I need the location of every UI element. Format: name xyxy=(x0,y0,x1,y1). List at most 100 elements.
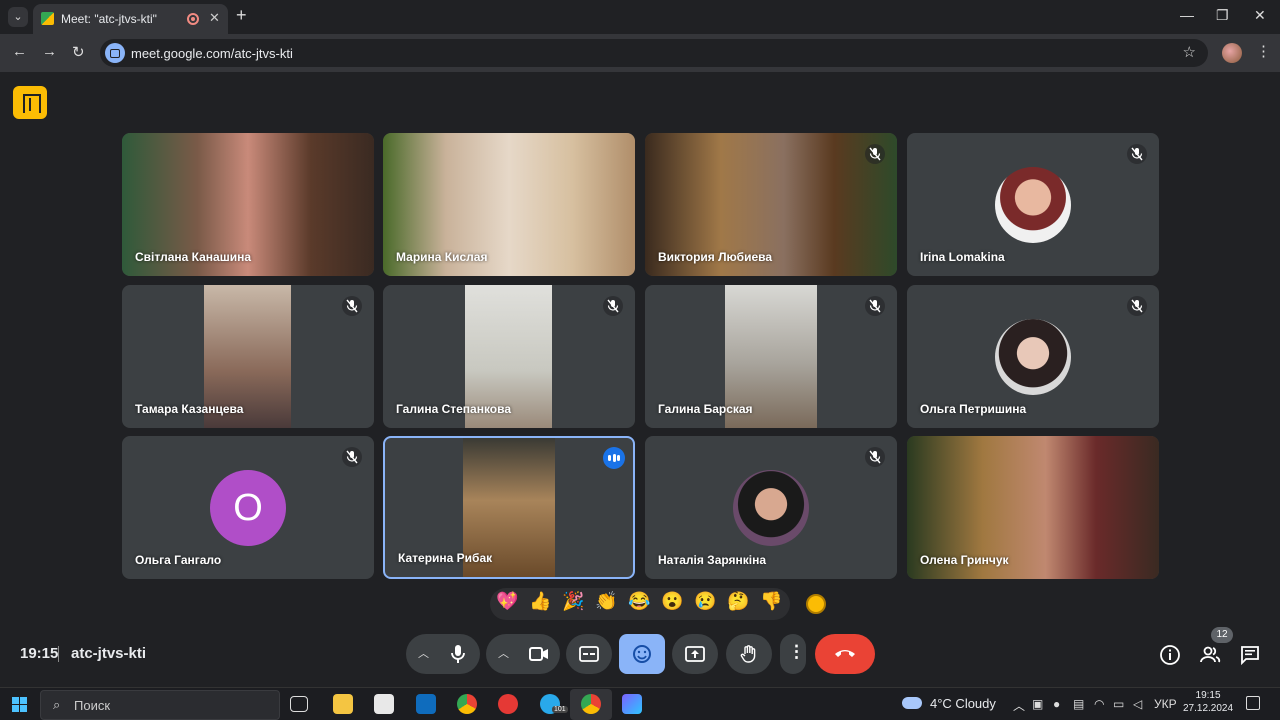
participant-count-badge: 12 xyxy=(1211,627,1233,643)
participant-tile[interactable]: Ольга Петришина xyxy=(907,285,1159,428)
participant-tile[interactable]: Світлана Канашина xyxy=(122,133,374,276)
wifi-icon[interactable]: ◠ xyxy=(1094,697,1104,711)
present-screen-button[interactable] xyxy=(672,634,718,674)
tab-search-chevron-icon[interactable]: ⌄ xyxy=(8,7,28,27)
chrome-active-icon[interactable] xyxy=(581,694,601,714)
mic-off-icon xyxy=(865,447,885,467)
hand-icon xyxy=(740,645,756,663)
tab-close-icon[interactable]: ✕ xyxy=(209,10,220,26)
participant-name: Галина Степанкова xyxy=(396,402,512,416)
meet-favicon-icon xyxy=(41,12,54,25)
telegram-badge: 101 xyxy=(552,706,568,713)
meeting-code: atc-jtvs-kti xyxy=(71,645,147,662)
present-screen-icon xyxy=(685,646,705,662)
forward-arrow-icon[interactable]: → xyxy=(42,43,57,60)
avatar xyxy=(995,318,1071,395)
address-bar: ← → ↻ meet.google.com/atc-jtvs-kti ☆ ⋮ xyxy=(0,34,1280,72)
file-explorer-icon[interactable] xyxy=(333,694,353,714)
chat-icon[interactable] xyxy=(1239,644,1261,666)
participant-name: Олена Гринчук xyxy=(920,553,1009,567)
participant-tile[interactable]: Виктория Любиева xyxy=(645,133,897,276)
tray-mic-icon[interactable]: ● xyxy=(1053,697,1060,711)
url-omnibox[interactable]: meet.google.com/atc-jtvs-kti ☆ xyxy=(100,39,1208,67)
people-icon[interactable] xyxy=(1199,644,1221,666)
tray-printer-icon[interactable]: ▤ xyxy=(1073,697,1084,711)
reaction-emoji[interactable]: 👏 xyxy=(595,591,617,612)
weather-text[interactable]: 4°C Cloudy xyxy=(930,696,996,711)
reaction-emoji[interactable]: 😮 xyxy=(661,591,683,612)
captions-icon xyxy=(579,646,599,662)
participant-name: Катерина Рибак xyxy=(398,551,493,565)
mic-off-icon xyxy=(342,447,362,467)
meeting-info-icon[interactable] xyxy=(1159,644,1181,666)
microsoft-store-icon[interactable] xyxy=(374,694,394,714)
volume-icon[interactable]: ◁ xyxy=(1133,697,1142,711)
close-window-button[interactable]: ✕ xyxy=(1254,7,1266,24)
reactions-button[interactable] xyxy=(619,634,665,674)
participant-name: Галина Барская xyxy=(658,402,753,416)
notifications-icon[interactable] xyxy=(1246,696,1260,710)
browser-menu-icon[interactable]: ⋮ xyxy=(1256,42,1271,60)
participant-tile[interactable]: Катерина Рибак xyxy=(383,436,635,579)
microphone-icon[interactable] xyxy=(450,644,466,664)
participant-name: Ольга Петришина xyxy=(920,402,1027,416)
reaction-emoji[interactable]: 😂 xyxy=(628,591,650,612)
minimize-button[interactable]: — xyxy=(1180,7,1194,23)
camera-icon[interactable] xyxy=(528,644,550,664)
participant-tile[interactable]: Тамара Казанцева xyxy=(122,285,374,428)
participant-tile[interactable]: Наталія Зарянкіна xyxy=(645,436,897,579)
participant-tile[interactable]: Галина Степанкова xyxy=(383,285,635,428)
participant-tile[interactable]: Галина Барская xyxy=(645,285,897,428)
back-arrow-icon[interactable]: ← xyxy=(12,43,27,60)
windows-start-icon[interactable] xyxy=(12,697,28,713)
reaction-emoji[interactable]: 🎉 xyxy=(562,591,584,612)
site-info-icon[interactable] xyxy=(105,43,125,63)
participant-name: Irina Lomakina xyxy=(920,250,1005,264)
skin-tone-picker-icon[interactable] xyxy=(806,594,826,614)
cloud-icon xyxy=(902,697,922,709)
reaction-emoji[interactable]: 👎 xyxy=(760,591,782,612)
participant-name: Виктория Любиева xyxy=(658,250,773,264)
app-icon[interactable] xyxy=(622,694,642,714)
battery-icon[interactable]: ▭ xyxy=(1113,697,1124,711)
participant-tile[interactable]: Олена Гринчук xyxy=(907,436,1159,579)
tray-chevron-icon[interactable]: ︿ xyxy=(1013,697,1025,714)
recording-indicator-icon xyxy=(187,13,199,25)
taskbar-clock[interactable]: 19:15 27.12.2024 xyxy=(1183,690,1233,714)
tab-title: Meet: "atc-jtvs-kti" xyxy=(61,12,157,26)
profile-avatar[interactable] xyxy=(1222,43,1242,63)
language-indicator[interactable]: УКР xyxy=(1154,697,1177,711)
more-options-button[interactable]: ⋮ xyxy=(780,634,806,674)
camera-control-group: ︿ xyxy=(486,634,560,674)
browser-tab-meet[interactable]: Meet: "atc-jtvs-kti" ✕ xyxy=(33,4,228,34)
mic-off-icon xyxy=(865,144,885,164)
reaction-emoji[interactable]: 👍 xyxy=(529,591,551,612)
audio-options-chevron-icon[interactable]: ︿ xyxy=(418,645,429,661)
leave-call-button[interactable] xyxy=(815,634,875,674)
url-text[interactable]: meet.google.com/atc-jtvs-kti xyxy=(131,46,293,61)
captions-button[interactable] xyxy=(566,634,612,674)
participant-name: Наталія Зарянкіна xyxy=(658,553,767,567)
mic-off-icon xyxy=(865,296,885,316)
bookmark-star-icon[interactable]: ☆ xyxy=(1183,43,1196,61)
reaction-emoji[interactable]: 🤔 xyxy=(727,591,749,612)
companion-mode-door-icon[interactable] xyxy=(13,86,47,119)
participant-tile[interactable]: Марина Кислая xyxy=(383,133,635,276)
reaction-emoji[interactable]: 💖 xyxy=(496,591,518,612)
participant-name: Тамара Казанцева xyxy=(135,402,244,416)
chrome-icon[interactable] xyxy=(457,694,477,714)
reload-icon[interactable]: ↻ xyxy=(72,43,85,61)
reaction-emoji[interactable]: 😢 xyxy=(694,591,716,612)
participant-tile[interactable]: Irina Lomakina xyxy=(907,133,1159,276)
task-view-icon[interactable] xyxy=(290,696,308,712)
taskbar-search-input[interactable]: ⌕ Поиск xyxy=(40,690,280,720)
new-tab-button[interactable]: + xyxy=(236,5,247,26)
outlook-icon[interactable] xyxy=(416,694,436,714)
maximize-button[interactable]: ❐ xyxy=(1216,7,1229,24)
video-options-chevron-icon[interactable]: ︿ xyxy=(498,645,509,661)
raise-hand-button[interactable] xyxy=(726,634,772,674)
participant-tile[interactable]: О Ольга Гангало xyxy=(122,436,374,579)
tray-app-icon[interactable]: ▣ xyxy=(1032,697,1043,711)
mic-off-icon xyxy=(342,296,362,316)
wps-office-icon[interactable] xyxy=(498,694,518,714)
